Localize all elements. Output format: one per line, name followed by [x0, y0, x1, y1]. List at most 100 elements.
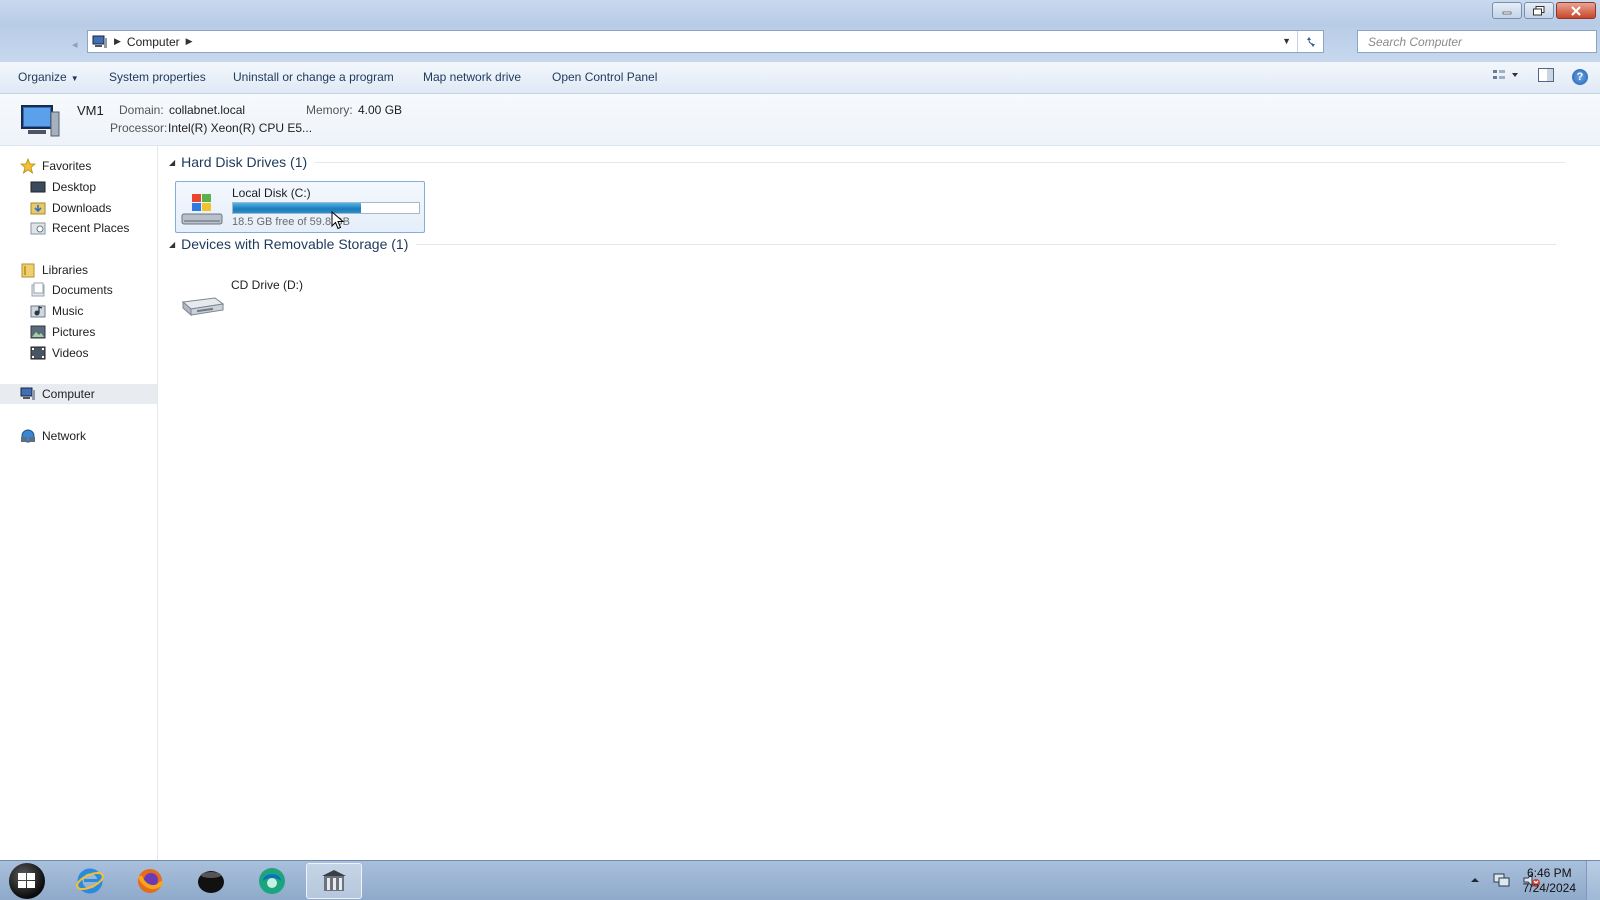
libraries-icon [20, 262, 36, 278]
processor-label: Processor: [110, 121, 168, 135]
sidebar-item-desktop[interactable]: Desktop [30, 177, 96, 197]
group-title: Hard Disk Drives (1) [181, 154, 308, 170]
address-bar[interactable]: ▶ Computer ▶ ▼ [87, 30, 1324, 53]
memory-value: 4.00 GB [358, 103, 403, 117]
navigation-pane: Favorites Desktop Downloads Recent Place… [0, 146, 158, 860]
taskbar-clock[interactable]: 6:46 PM 7/24/2024 [1523, 866, 1576, 896]
sidebar-item-label: Music [52, 304, 84, 318]
start-button[interactable] [0, 861, 54, 900]
drive-tile-cd-drive-d[interactable]: CD Drive (D:) [175, 274, 425, 326]
breadcrumb-computer[interactable]: Computer [127, 35, 180, 49]
sidebar-item-label: Favorites [42, 159, 92, 173]
uninstall-program-button[interactable]: Uninstall or change a program [233, 70, 394, 84]
mouse-cursor-icon [331, 211, 345, 230]
refresh-button[interactable] [1297, 31, 1323, 52]
taskbar-app-black-circle[interactable] [183, 863, 239, 899]
videos-icon [30, 345, 46, 361]
view-options-button[interactable] [1492, 68, 1520, 85]
taskbar-internet-explorer[interactable] [62, 863, 118, 899]
view-controls: ? [1492, 68, 1588, 85]
close-button[interactable] [1556, 2, 1596, 19]
sidebar-item-computer[interactable]: Computer [0, 384, 157, 404]
computer-icon [21, 105, 60, 137]
preview-pane-button[interactable] [1538, 68, 1554, 85]
documents-icon [30, 282, 46, 298]
drive-usage-bar [232, 202, 420, 214]
show-hidden-icons-button[interactable] [1470, 874, 1480, 888]
search-input[interactable]: Search Computer [1357, 30, 1597, 53]
collapse-triangle-icon[interactable]: ◢ [169, 240, 175, 249]
sidebar-item-label: Pictures [52, 325, 96, 339]
window-controls [1492, 2, 1596, 19]
sidebar-item-label: Videos [52, 346, 89, 360]
chevron-right-icon[interactable]: ▶ [186, 36, 193, 47]
minimize-button[interactable] [1492, 2, 1522, 19]
group-header-removable-storage[interactable]: ◢ Devices with Removable Storage (1) [169, 236, 1557, 252]
chevron-right-icon[interactable]: ▶ [114, 36, 121, 47]
sidebar-item-label: Desktop [52, 180, 97, 194]
sidebar-item-downloads[interactable]: Downloads [30, 198, 111, 218]
drive-name: Local Disk (C:) [232, 186, 311, 200]
command-bar: Organize ▼ System properties Uninstall or… [0, 62, 1600, 94]
computer-name: VM1 [77, 103, 104, 118]
open-control-panel-button[interactable]: Open Control Panel [552, 70, 657, 84]
sidebar-item-libraries[interactable]: Libraries [20, 260, 88, 280]
internet-explorer-icon [76, 868, 104, 894]
back-arrow-icon[interactable]: ◂ [72, 38, 78, 51]
drive-name: CD Drive (D:) [231, 278, 303, 292]
sidebar-item-favorites[interactable]: Favorites [20, 156, 91, 176]
computer-icon [92, 35, 107, 48]
taskbar-windows-explorer[interactable] [306, 863, 362, 899]
drive-tile-local-disk-c[interactable]: Local Disk (C:) 18.5 GB free of 59.8 GB [175, 181, 425, 233]
sidebar-item-label: Network [42, 429, 87, 443]
help-icon[interactable]: ? [1572, 68, 1588, 85]
group-divider [315, 161, 1566, 163]
sidebar-item-music[interactable]: Music [30, 301, 83, 321]
recent-places-icon [30, 220, 46, 236]
sidebar-item-label: Documents [52, 283, 113, 297]
windows-drive-icon [181, 194, 223, 225]
domain-label: Domain: [119, 103, 164, 117]
taskbar: 6:46 PM 7/24/2024 [0, 860, 1600, 900]
pictures-icon [30, 324, 46, 340]
clock-date: 7/24/2024 [1522, 881, 1576, 895]
memory-label: Memory: [306, 103, 353, 117]
minimize-icon [1502, 11, 1512, 14]
sidebar-item-recent-places[interactable]: Recent Places [30, 218, 129, 238]
refresh-icon [1306, 36, 1315, 47]
content-pane: ◢ Hard Disk Drives (1) Local Disk (C:) 1… [159, 146, 1600, 860]
restore-button[interactable] [1524, 2, 1554, 19]
chevron-up-icon [1471, 878, 1479, 882]
collapse-triangle-icon[interactable]: ◢ [169, 158, 175, 167]
show-desktop-button[interactable] [1586, 861, 1600, 900]
group-divider [416, 243, 1557, 245]
chevron-down-icon: ▼ [70, 74, 79, 83]
sidebar-item-pictures[interactable]: Pictures [30, 322, 95, 342]
computer-icon [20, 386, 36, 402]
sidebar-item-label: Downloads [52, 201, 112, 215]
sidebar-item-network[interactable]: Network [20, 426, 86, 446]
app-green-circle-icon [259, 868, 285, 894]
sidebar-item-label: Recent Places [52, 221, 130, 235]
group-title: Devices with Removable Storage (1) [181, 236, 409, 252]
sidebar-item-label: Computer [42, 387, 95, 401]
network-tray-button[interactable] [1492, 872, 1510, 891]
firefox-icon [138, 869, 164, 893]
cd-drive-icon [181, 297, 225, 317]
organize-label: Organize [18, 70, 67, 84]
system-properties-button[interactable]: System properties [109, 70, 206, 84]
clock-time: 6:46 PM [1526, 866, 1572, 880]
network-tray-icon [1493, 873, 1510, 886]
group-header-hard-disk-drives[interactable]: ◢ Hard Disk Drives (1) [169, 154, 1566, 170]
music-icon [30, 303, 46, 319]
map-network-drive-button[interactable]: Map network drive [423, 70, 521, 84]
taskbar-firefox[interactable] [122, 863, 178, 899]
address-dropdown-icon[interactable]: ▼ [1282, 36, 1291, 46]
sidebar-item-label: Libraries [42, 263, 89, 277]
taskbar-app-green-circle[interactable] [244, 863, 300, 899]
organize-button[interactable]: Organize ▼ [18, 70, 79, 84]
close-icon [1571, 5, 1581, 16]
sidebar-item-documents[interactable]: Documents [30, 280, 113, 300]
sidebar-item-videos[interactable]: Videos [30, 343, 88, 363]
restore-icon [1533, 5, 1545, 15]
